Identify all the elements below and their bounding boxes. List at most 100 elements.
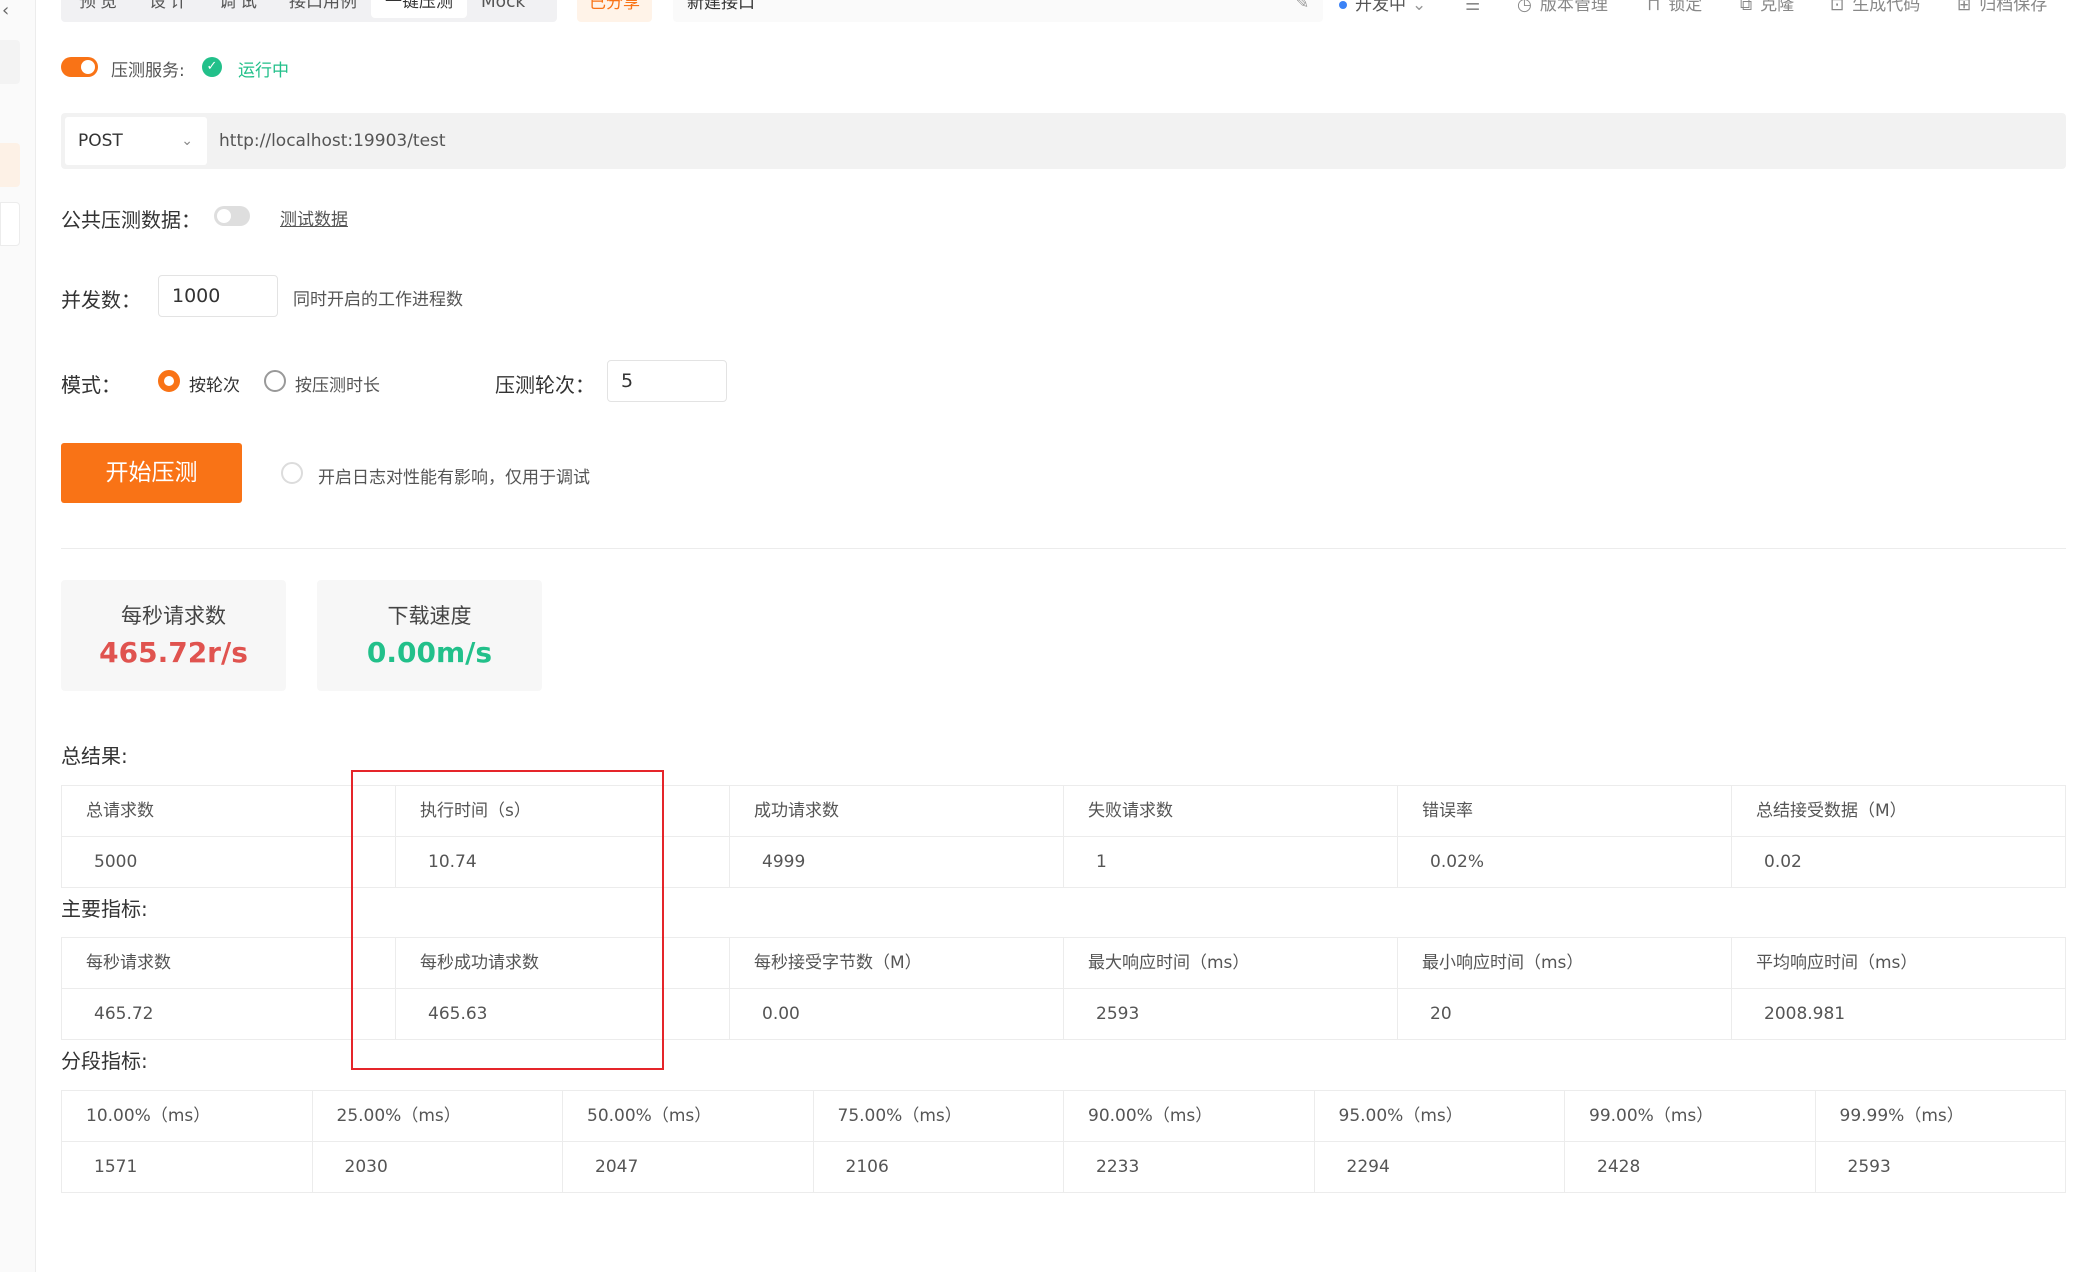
concurrency-hint: 同时开启的工作进程数: [293, 290, 463, 310]
enable-log-label: 开启日志对性能有影响，仅用于调试: [318, 468, 590, 488]
table-header-cell: 75.00%（ms）: [813, 1091, 1064, 1142]
mode-by-round-label[interactable]: 按轮次: [189, 371, 240, 396]
table-header-cell: 95.00%（ms）: [1314, 1091, 1565, 1142]
mode-label: 模式：: [61, 373, 121, 397]
lock-label: 锁定: [1668, 0, 1703, 15]
test-data-link[interactable]: 测试数据: [280, 205, 348, 230]
rounds-label: 压测轮次：: [495, 373, 595, 397]
table-header-cell: 50.00%（ms）: [563, 1091, 814, 1142]
download-card: 下载速度 0.00m/s: [317, 580, 542, 691]
clone-button[interactable]: ⧉ 克隆: [1740, 0, 1794, 22]
table-cell: 0.00: [730, 989, 1064, 1040]
table-cell: 1: [1064, 837, 1398, 888]
sidebar-item-active[interactable]: [0, 143, 20, 187]
table-cell: 465.72: [62, 989, 396, 1040]
archive-label: 归档保存: [1979, 0, 2048, 15]
version-label: 版本管理: [1539, 0, 1608, 15]
list-icon[interactable]: ☰: [1465, 0, 1480, 22]
table-cell: 20: [1398, 989, 1732, 1040]
generate-code-label: 生成代码: [1852, 0, 1921, 15]
tab-mock[interactable]: Mock: [467, 0, 539, 18]
table-cell: 2008.981: [1732, 989, 2066, 1040]
public-data-toggle[interactable]: [214, 206, 250, 226]
table-header-cell: 错误率: [1398, 786, 1732, 837]
divider: [61, 548, 2066, 549]
concurrency-input[interactable]: 1000: [158, 275, 278, 317]
code-icon: ⊡: [1830, 0, 1845, 15]
percentiles-table: 10.00%（ms） 25.00%（ms） 50.00%（ms） 75.00%（…: [61, 1090, 2066, 1193]
copy-icon: ⧉: [1740, 0, 1753, 15]
method-select[interactable]: POST ⌄: [65, 117, 207, 165]
table-header-row: 10.00%（ms） 25.00%（ms） 50.00%（ms） 75.00%（…: [62, 1091, 2066, 1142]
table-cell: 2106: [813, 1142, 1064, 1193]
table-header-cell: 99.99%（ms）: [1815, 1091, 2066, 1142]
chevron-down-icon: ⌄: [181, 133, 193, 149]
mode-by-round-radio[interactable]: [158, 370, 180, 392]
table-cell: 2047: [563, 1142, 814, 1193]
table-header-cell: 99.00%（ms）: [1565, 1091, 1816, 1142]
api-name-input[interactable]: 新建接口 ✎: [673, 0, 1323, 22]
version-button[interactable]: ◷ 版本管理: [1517, 0, 1608, 22]
tab-design[interactable]: 设计: [135, 0, 205, 18]
rps-card: 每秒请求数 465.72r/s: [61, 580, 286, 691]
table-cell: 4999: [730, 837, 1064, 888]
url-bar: POST ⌄ http://localhost:19903/test: [61, 113, 2066, 169]
status-text: 开发中: [1355, 0, 1406, 15]
tab-load-test[interactable]: 一键压测: [371, 0, 467, 18]
summary-title: 总结果:: [61, 744, 128, 768]
check-circle-icon: ✓: [202, 57, 222, 77]
main-metrics-title: 主要指标:: [61, 897, 148, 921]
left-sidebar: ‹: [0, 0, 36, 1272]
clock-icon: ◷: [1517, 0, 1532, 15]
table-cell: 5000: [62, 837, 396, 888]
chevron-down-icon: ⌄: [1412, 0, 1427, 15]
archive-button[interactable]: ⊞ 归档保存: [1957, 0, 2047, 22]
share-button[interactable]: 已分享: [577, 0, 652, 22]
edit-icon[interactable]: ✎: [1296, 0, 1309, 20]
table-cell: 2294: [1314, 1142, 1565, 1193]
tab-bar: 预览 设计 调试 接口用例 一键压测 Mock: [61, 0, 557, 22]
url-input[interactable]: http://localhost:19903/test: [219, 113, 446, 169]
table-header-cell: 每秒接受字节数（M）: [730, 938, 1064, 989]
lock-icon: ⊓: [1647, 0, 1661, 15]
table-cell: 0.02%: [1398, 837, 1732, 888]
mode-by-duration-radio[interactable]: [264, 370, 286, 392]
table-header-cell: 最大响应时间（ms）: [1064, 938, 1398, 989]
sidebar-item[interactable]: [0, 40, 20, 84]
tab-debug[interactable]: 调试: [205, 0, 275, 18]
status-dropdown[interactable]: 开发中 ⌄: [1339, 0, 1426, 22]
tab-preview[interactable]: 预览: [65, 0, 135, 18]
table-header-cell: 25.00%（ms）: [312, 1091, 563, 1142]
start-load-test-button[interactable]: 开始压测: [61, 443, 242, 503]
mode-by-duration-label[interactable]: 按压测时长: [295, 371, 380, 396]
enable-log-checkbox[interactable]: [281, 462, 303, 484]
table-cell: 2593: [1815, 1142, 2066, 1193]
table-cell: 2030: [312, 1142, 563, 1193]
percentiles-title: 分段指标:: [61, 1049, 148, 1073]
table-cell: 2428: [1565, 1142, 1816, 1193]
download-card-title: 下载速度: [387, 604, 472, 628]
table-cell: 0.02: [1732, 837, 2066, 888]
generate-code-button[interactable]: ⊡ 生成代码: [1830, 0, 1920, 22]
clone-label: 克隆: [1760, 0, 1795, 15]
table-header-cell: 失败请求数: [1064, 786, 1398, 837]
table-header-cell: 总结接受数据（M）: [1732, 786, 2066, 837]
service-status: 运行中: [238, 61, 289, 81]
highlight-box: [351, 770, 664, 1070]
table-header-cell: 每秒请求数: [62, 938, 396, 989]
chevron-left-icon[interactable]: ‹: [2, 0, 9, 21]
service-label: 压测服务:: [111, 61, 185, 81]
rps-card-value: 465.72r/s: [99, 636, 248, 669]
rps-card-title: 每秒请求数: [121, 604, 226, 628]
archive-icon: ⊞: [1957, 0, 1972, 15]
download-card-value: 0.00m/s: [366, 636, 493, 669]
table-header-cell: 90.00%（ms）: [1064, 1091, 1315, 1142]
rounds-input[interactable]: 5: [607, 360, 727, 402]
sidebar-item[interactable]: [0, 202, 20, 246]
table-header-cell: 10.00%（ms）: [62, 1091, 313, 1142]
service-toggle[interactable]: [61, 57, 98, 77]
table-header-cell: 成功请求数: [730, 786, 1064, 837]
api-name-text: 新建接口: [687, 0, 755, 13]
tab-test-cases[interactable]: 接口用例: [275, 0, 371, 18]
lock-button[interactable]: ⊓ 锁定: [1647, 0, 1702, 22]
